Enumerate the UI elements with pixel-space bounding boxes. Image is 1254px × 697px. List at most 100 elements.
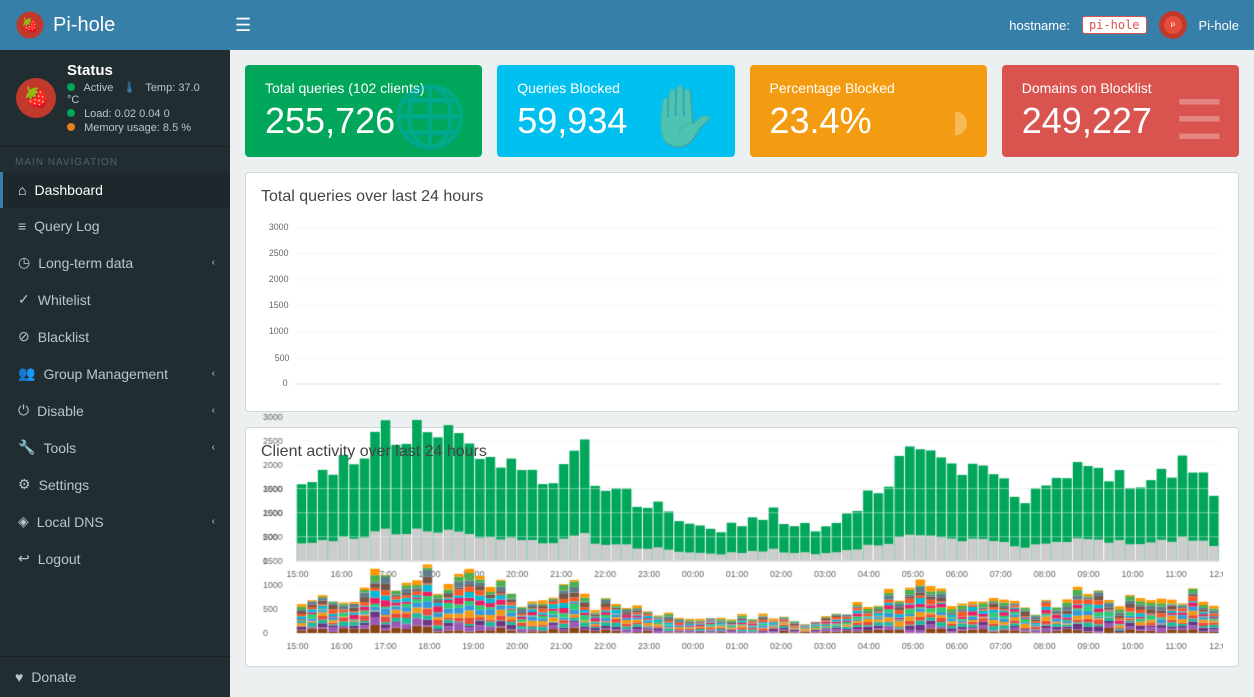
clock-icon: ◷ bbox=[18, 254, 30, 271]
logout-icon: ↩ bbox=[18, 550, 30, 567]
nav-label-tools: 🔧 Tools bbox=[18, 439, 76, 456]
avatar-icon: P bbox=[1163, 15, 1183, 35]
users-icon: 👥 bbox=[18, 365, 35, 382]
sidebar-item-long-term-data[interactable]: ◷ Long-term data ‹ bbox=[0, 244, 230, 281]
chevron-icon: ‹ bbox=[212, 257, 215, 268]
sidebar-label-query-log: Query Log bbox=[34, 218, 99, 234]
stat-card-blocked: Queries Blocked 59,934 ✋ bbox=[497, 65, 734, 157]
hamburger-button[interactable]: ☰ bbox=[235, 15, 251, 36]
stat-card-total-queries: Total queries (102 clients) 255,726 🌐 bbox=[245, 65, 482, 157]
svg-text:2500: 2500 bbox=[269, 248, 289, 258]
sidebar-label-settings: Settings bbox=[39, 477, 90, 493]
nav-label-logout: ↩ Logout bbox=[18, 550, 81, 567]
stat-card-blocklist: Domains on Blocklist 249,227 ☰ bbox=[1002, 65, 1239, 157]
donate-button[interactable]: ♥ Donate bbox=[0, 656, 230, 697]
avatar: P bbox=[1159, 11, 1187, 39]
sidebar-label-disable: Disable bbox=[37, 403, 84, 419]
cog-icon: ⚙ bbox=[18, 476, 31, 493]
raspberry-logo: 🍓 bbox=[15, 10, 45, 40]
sidebar-item-logout[interactable]: ↩ Logout bbox=[0, 540, 230, 577]
stat-card-percentage: Percentage Blocked 23.4% ◑ bbox=[750, 65, 987, 157]
stat-text-percentage: Percentage Blocked 23.4% bbox=[770, 80, 895, 142]
chevron-icon-disable: ‹ bbox=[212, 405, 215, 416]
sidebar-item-local-dns[interactable]: ◈ Local DNS ‹ bbox=[0, 503, 230, 540]
total-queries-svg: 0 500 1000 1500 2000 2500 3000 bbox=[261, 216, 1223, 396]
power-icon: ⏻ bbox=[18, 402, 29, 419]
sidebar-footer: ♥ Donate bbox=[0, 656, 230, 697]
sidebar-label-blacklist: Blacklist bbox=[38, 329, 89, 345]
dns-icon: ◈ bbox=[18, 513, 29, 530]
active-dot bbox=[67, 83, 75, 91]
tools-icon: 🔧 bbox=[18, 439, 35, 456]
stat-text-blocklist: Domains on Blocklist 249,227 bbox=[1022, 80, 1152, 142]
globe-icon: 🌐 bbox=[393, 81, 468, 152]
svg-text:1000: 1000 bbox=[269, 326, 289, 336]
stat-label-percentage: Percentage Blocked bbox=[770, 80, 895, 96]
sidebar-item-disable[interactable]: ⏻ Disable ‹ bbox=[0, 392, 230, 429]
total-queries-chart-area: 0 500 1000 1500 2000 2500 3000 bbox=[261, 216, 1223, 396]
load-label: Load: 0.02 0.04 0 bbox=[84, 108, 170, 120]
svg-text:🍓: 🍓 bbox=[22, 17, 39, 33]
stat-value-percentage: 23.4% bbox=[770, 100, 895, 142]
svg-text:2000: 2000 bbox=[269, 274, 289, 284]
nav-label-query-log: ≡ Query Log bbox=[18, 218, 100, 234]
svg-text:1500: 1500 bbox=[269, 300, 289, 310]
sidebar-item-group-management[interactable]: 👥 Group Management ‹ bbox=[0, 355, 230, 392]
nav-label-local-dns: ◈ Local DNS bbox=[18, 513, 104, 530]
list-icon: ≡ bbox=[18, 218, 26, 234]
pie-icon: ◑ bbox=[939, 88, 972, 152]
chevron-icon-dns: ‹ bbox=[212, 516, 215, 527]
sidebar-item-tools[interactable]: 🔧 Tools ‹ bbox=[0, 429, 230, 466]
brand-text: Pi-hole bbox=[53, 14, 115, 37]
main-content: Total queries (102 clients) 255,726 🌐 Qu… bbox=[230, 50, 1254, 697]
sidebar-label-group: Group Management bbox=[43, 366, 168, 382]
navbar: 🍓 Pi-hole ☰ hostname: pi-hole P Pi-hole bbox=[0, 0, 1254, 50]
sidebar-label-tools: Tools bbox=[43, 440, 76, 456]
nav-section-label: MAIN NAVIGATION bbox=[0, 147, 230, 172]
nav-label-group: 👥 Group Management bbox=[18, 365, 168, 382]
sidebar-item-settings[interactable]: ⚙ Settings bbox=[0, 466, 230, 503]
stat-value-blocklist: 249,227 bbox=[1022, 100, 1152, 142]
svg-text:P: P bbox=[1170, 23, 1175, 30]
chevron-icon-group: ‹ bbox=[212, 368, 215, 379]
sidebar-label-whitelist: Whitelist bbox=[38, 292, 91, 308]
svg-text:🍓: 🍓 bbox=[24, 85, 49, 109]
sidebar-item-dashboard[interactable]: ⌂ Dashboard bbox=[0, 172, 230, 208]
svg-text:3000: 3000 bbox=[269, 222, 289, 232]
hostname-label: hostname: bbox=[1009, 18, 1070, 33]
svg-text:500: 500 bbox=[275, 353, 290, 363]
sidebar-item-blacklist[interactable]: ⊘ Blacklist bbox=[0, 318, 230, 355]
sidebar-label-logout: Logout bbox=[38, 551, 81, 567]
svg-text:0: 0 bbox=[283, 378, 288, 388]
sidebar-header: 🍓 Status Active 🌡 Temp: 37.0 °C Load: 0.… bbox=[0, 50, 230, 147]
status-title: Status bbox=[67, 62, 215, 79]
active-label: Active bbox=[83, 82, 113, 94]
nav-label-settings: ⚙ Settings bbox=[18, 476, 89, 493]
total-queries-chart-title: Total queries over last 24 hours bbox=[261, 188, 1223, 206]
sidebar-label-long-term: Long-term data bbox=[38, 255, 133, 271]
total-queries-chart-card: Total queries over last 24 hours 0 500 1… bbox=[245, 172, 1239, 412]
home-icon: ⌂ bbox=[18, 182, 26, 198]
sidebar-item-query-log[interactable]: ≡ Query Log bbox=[0, 208, 230, 244]
nav-label-long-term: ◷ Long-term data bbox=[18, 254, 133, 271]
hand-icon: ✋ bbox=[645, 81, 720, 152]
status-memory-line: Memory usage: 8.5 % bbox=[67, 122, 215, 134]
hostname-value: pi-hole bbox=[1082, 16, 1147, 34]
status-active-line: Active 🌡 Temp: 37.0 °C bbox=[67, 81, 215, 106]
stats-row: Total queries (102 clients) 255,726 🌐 Qu… bbox=[245, 65, 1239, 157]
nav-label-whitelist: ✓ Whitelist bbox=[18, 291, 91, 308]
nav-label-disable: ⏻ Disable bbox=[18, 402, 84, 419]
stat-value-blocked: 59,934 bbox=[517, 100, 627, 142]
heart-icon: ♥ bbox=[15, 669, 23, 685]
stat-label-blocked: Queries Blocked bbox=[517, 80, 627, 96]
sidebar-item-whitelist[interactable]: ✓ Whitelist bbox=[0, 281, 230, 318]
status-load-line: Load: 0.02 0.04 0 bbox=[67, 108, 215, 120]
client-activity-canvas bbox=[261, 471, 1223, 651]
ban-icon: ⊘ bbox=[18, 328, 30, 345]
sidebar-label-dashboard: Dashboard bbox=[34, 182, 103, 198]
sidebar-label-local-dns: Local DNS bbox=[37, 514, 104, 530]
status-logo: 🍓 bbox=[15, 77, 57, 119]
load-dot bbox=[67, 109, 75, 117]
main-wrapper: 🍓 Status Active 🌡 Temp: 37.0 °C Load: 0.… bbox=[0, 50, 1254, 697]
memory-dot bbox=[67, 123, 75, 131]
